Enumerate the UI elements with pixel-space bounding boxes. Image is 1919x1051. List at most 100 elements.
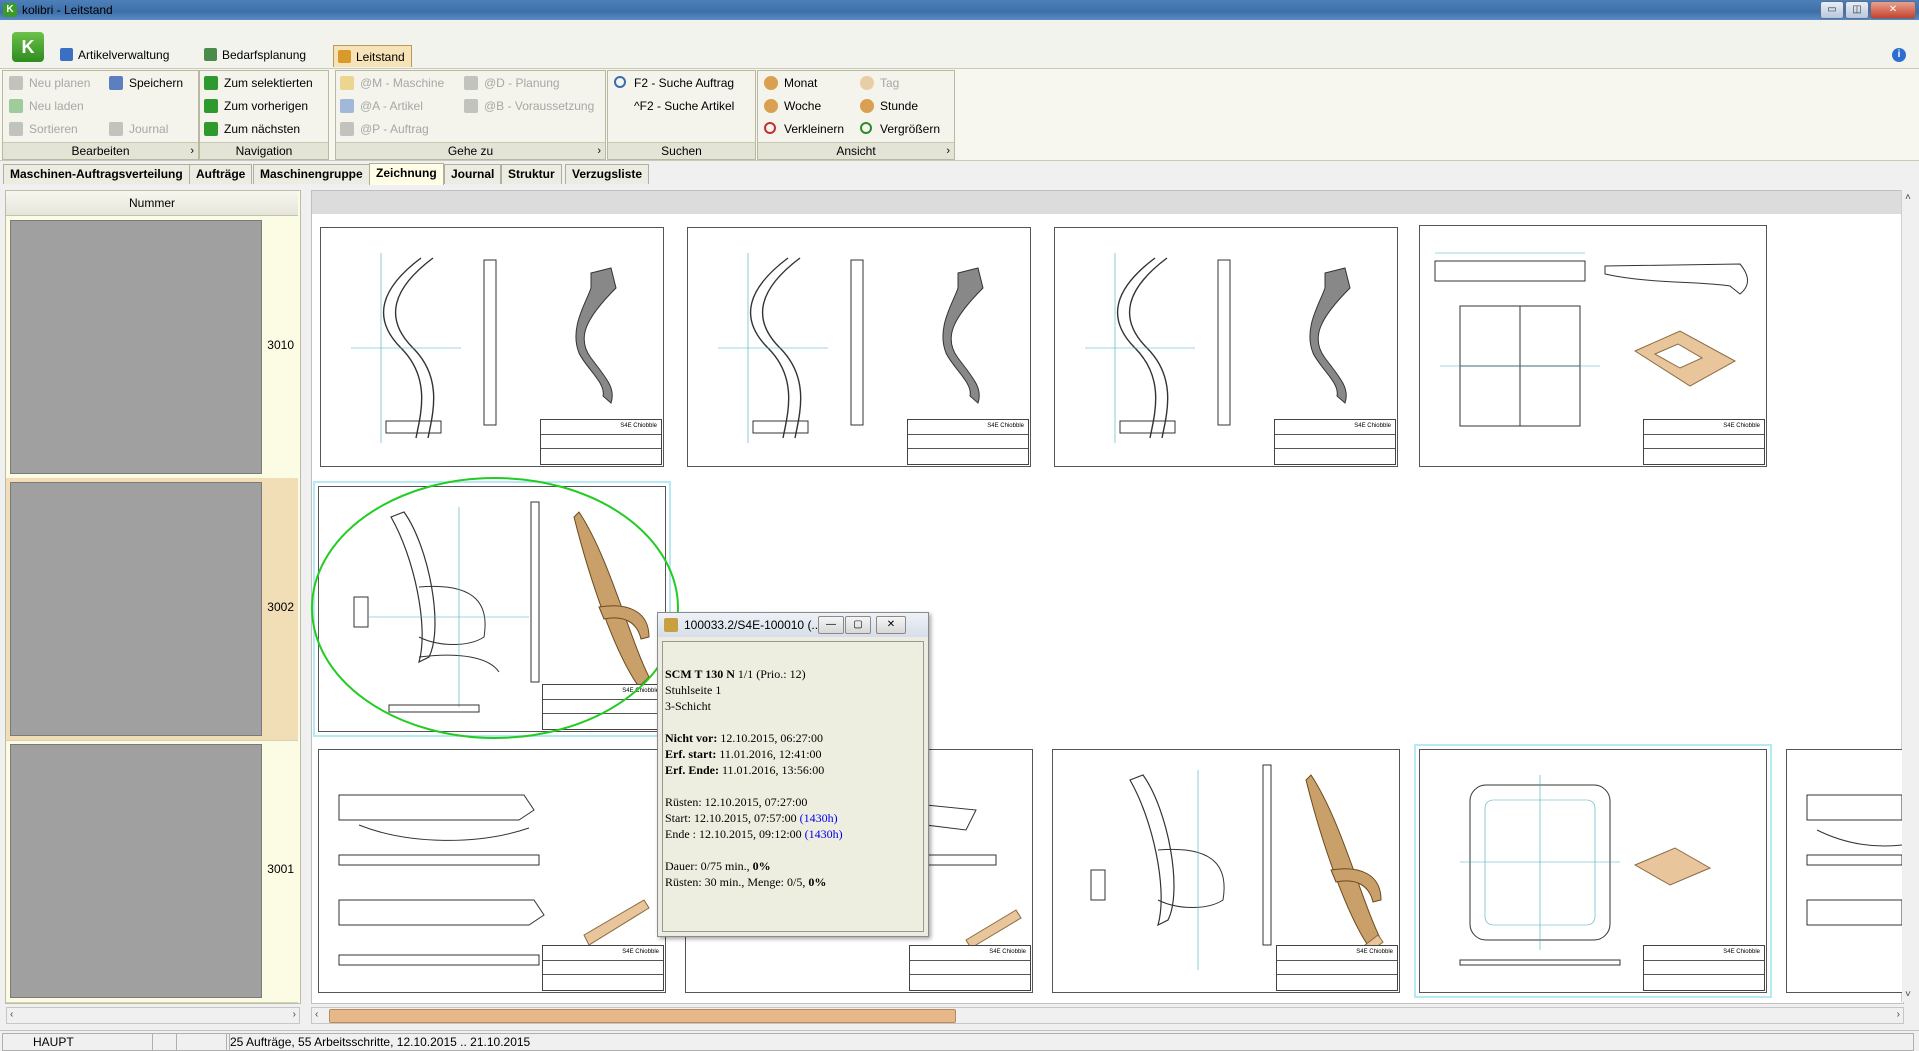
column-header-nummer[interactable]: Nummer bbox=[6, 191, 298, 216]
goto-maschine-button[interactable]: @M - Maschine bbox=[340, 73, 444, 93]
neu-planen-button[interactable]: Neu planen bbox=[9, 73, 90, 93]
info-icon[interactable]: i bbox=[1892, 48, 1906, 62]
scroll-right-arrow-icon[interactable]: › bbox=[293, 1009, 296, 1020]
machine-priority: 1/1 (Prio.: 12) bbox=[734, 667, 806, 681]
field-label: Erf. Ende: bbox=[665, 763, 719, 777]
drawing-card[interactable]: S4E Chiobble bbox=[320, 227, 664, 467]
machine-image bbox=[10, 744, 262, 998]
button-label: Woche bbox=[784, 99, 822, 113]
verkleinern-button[interactable]: Verkleinern bbox=[764, 119, 844, 139]
tab-zeichnung[interactable]: Zeichnung bbox=[369, 163, 444, 185]
order-info-popup: 100033.2/S4E-100010 (... — ▢ ✕ SCM T 130… bbox=[657, 612, 929, 937]
goto-voraussetzung-button[interactable]: @B - Voraussetzung bbox=[464, 96, 594, 116]
woche-button[interactable]: Woche bbox=[764, 96, 821, 116]
tab-maschinengruppe[interactable]: Maschinengruppe bbox=[253, 164, 370, 184]
machine-line: SCM T 130 N 1/1 (Prio.: 12) bbox=[665, 666, 921, 682]
field-label: Nicht vor: bbox=[665, 731, 718, 745]
reload-icon bbox=[9, 99, 23, 113]
popup-minimize-button[interactable]: — bbox=[818, 616, 844, 634]
machine-row[interactable]: 3010 bbox=[6, 216, 298, 479]
popup-maximize-button[interactable]: ▢ bbox=[845, 616, 871, 634]
popup-close-button[interactable]: ✕ bbox=[876, 616, 906, 634]
vertical-scrollbar[interactable]: ˄ ˅ bbox=[1901, 190, 1918, 1002]
speichern-button[interactable]: Speichern bbox=[109, 73, 183, 93]
sortieren-button[interactable]: Sortieren bbox=[9, 119, 78, 139]
tab-bedarfsplanung[interactable]: Bedarfsplanung bbox=[200, 44, 312, 66]
zum-vorherigen-button[interactable]: Zum vorherigen bbox=[204, 96, 308, 116]
app-menu-button[interactable]: K bbox=[12, 32, 44, 62]
zum-naechsten-button[interactable]: Zum nächsten bbox=[204, 119, 300, 139]
group-caption: Ansicht › bbox=[758, 142, 954, 159]
horizontal-scroll-thumb[interactable] bbox=[329, 1009, 956, 1023]
erf-start-line: Erf. start: 11.01.2016, 12:41:00 bbox=[665, 746, 921, 762]
shift: 3-Schicht bbox=[665, 699, 711, 713]
tab-struktur[interactable]: Struktur bbox=[501, 164, 562, 184]
neu-laden-button[interactable]: Neu laden bbox=[9, 96, 84, 116]
drawing-card[interactable]: S4E Chiobble bbox=[1052, 749, 1400, 993]
maximize-button[interactable]: ◫ bbox=[1845, 1, 1869, 19]
scroll-up-arrow-icon[interactable]: ˄ bbox=[1905, 192, 1911, 203]
popup-titlebar[interactable]: 100033.2/S4E-100010 (... — ▢ ✕ bbox=[658, 613, 928, 637]
expand-arrow-icon[interactable]: › bbox=[597, 143, 601, 159]
drawing-card[interactable]: S4E Chiobble bbox=[687, 227, 1031, 467]
ruesten-line: Rüsten: 12.10.2015, 07:27:00 bbox=[665, 795, 808, 809]
tab-auftraege[interactable]: Aufträge bbox=[189, 164, 253, 184]
drawing-card[interactable]: S4E Chiobble bbox=[318, 749, 666, 993]
tab-artikelverwaltung[interactable]: Artikelverwaltung bbox=[56, 44, 175, 66]
tab-maschinen-auftragsverteilung[interactable]: Maschinen-Auftragsverteilung bbox=[3, 164, 190, 184]
planning-icon bbox=[204, 48, 217, 61]
tab-journal[interactable]: Journal bbox=[444, 164, 502, 184]
title-block: S4E Chiobble bbox=[1276, 945, 1398, 991]
tab-label: Bedarfsplanung bbox=[222, 48, 307, 62]
expand-arrow-icon[interactable]: › bbox=[190, 143, 194, 159]
expand-arrow-icon[interactable]: › bbox=[946, 143, 950, 159]
suche-artikel-button[interactable]: ^F2 - Suche Artikel bbox=[614, 96, 734, 116]
timeline-header bbox=[312, 191, 1901, 214]
goto-auftrag-button[interactable]: @P - Auftrag bbox=[340, 119, 429, 139]
monat-button[interactable]: Monat bbox=[764, 73, 817, 93]
prerequisite-icon bbox=[464, 99, 478, 113]
scroll-down-arrow-icon[interactable]: ˅ bbox=[1905, 989, 1911, 1000]
left-horizontal-scrollbar[interactable]: ‹ › bbox=[6, 1007, 300, 1024]
drawing-card[interactable]: S4E Chiobble bbox=[1054, 227, 1398, 467]
drawing-card-highlighted[interactable]: S4E Chiobble bbox=[1414, 744, 1772, 998]
drawing-card-partial[interactable] bbox=[1786, 749, 1902, 993]
tab-verzugsliste[interactable]: Verzugsliste bbox=[565, 164, 650, 184]
tab-leitstand[interactable]: Leitstand bbox=[333, 45, 412, 67]
group-suchen: F2 - Suche Auftrag ^F2 - Suche Artikel S… bbox=[607, 70, 756, 160]
scroll-right-arrow-icon[interactable]: › bbox=[1897, 1009, 1900, 1020]
part-name: Stuhlseite 1 bbox=[665, 683, 722, 697]
stunde-button[interactable]: Stunde bbox=[860, 96, 918, 116]
machine-row-selected[interactable]: 3002 bbox=[6, 478, 298, 741]
journal-button[interactable]: Journal bbox=[109, 119, 168, 139]
group-caption: Suchen bbox=[608, 142, 755, 159]
title-block: S4E Chiobble bbox=[907, 419, 1029, 465]
button-label: Stunde bbox=[880, 99, 919, 113]
group-navigation: Zum selektierten Zum vorherigen Zum näch… bbox=[199, 70, 329, 160]
machine-row[interactable]: 3001 bbox=[6, 740, 298, 1003]
minimize-button[interactable]: ▭ bbox=[1820, 1, 1844, 19]
scroll-left-arrow-icon[interactable]: ‹ bbox=[315, 1009, 318, 1020]
curved-rail-drawing bbox=[1806, 794, 1902, 926]
popup-title: 100033.2/S4E-100010 (... bbox=[684, 618, 822, 632]
button-label: @B - Voraussetzung bbox=[484, 99, 595, 113]
scroll-left-arrow-icon[interactable]: ‹ bbox=[10, 1009, 13, 1020]
title-block: S4E Chiobble bbox=[1643, 419, 1765, 465]
zoom-out-icon bbox=[764, 122, 776, 134]
drawing-card[interactable]: S4E Chiobble bbox=[1419, 225, 1767, 467]
group-bearbeiten: Neu planen Speichern Neu laden Sortieren… bbox=[2, 70, 199, 160]
status-mode: HAUPT bbox=[2, 1033, 177, 1051]
goto-artikel-button[interactable]: @A - Artikel bbox=[340, 96, 423, 116]
close-button[interactable]: ✕ bbox=[1870, 1, 1916, 19]
vergroessern-button[interactable]: Vergrößern bbox=[860, 119, 940, 139]
suche-auftrag-button[interactable]: F2 - Suche Auftrag bbox=[614, 73, 734, 93]
group-ansicht: Monat Tag Woche Stunde Verkleinern Vergr… bbox=[757, 70, 955, 160]
goto-planung-button[interactable]: @D - Planung bbox=[464, 73, 560, 93]
zum-selektierten-button[interactable]: Zum selektierten bbox=[204, 73, 313, 93]
boxes-icon bbox=[60, 48, 73, 61]
button-label: Zum selektierten bbox=[224, 76, 313, 90]
status-empty bbox=[152, 1033, 230, 1051]
button-label: Verkleinern bbox=[784, 122, 845, 136]
tab-label: Artikelverwaltung bbox=[78, 48, 170, 62]
tag-button[interactable]: Tag bbox=[860, 73, 899, 93]
